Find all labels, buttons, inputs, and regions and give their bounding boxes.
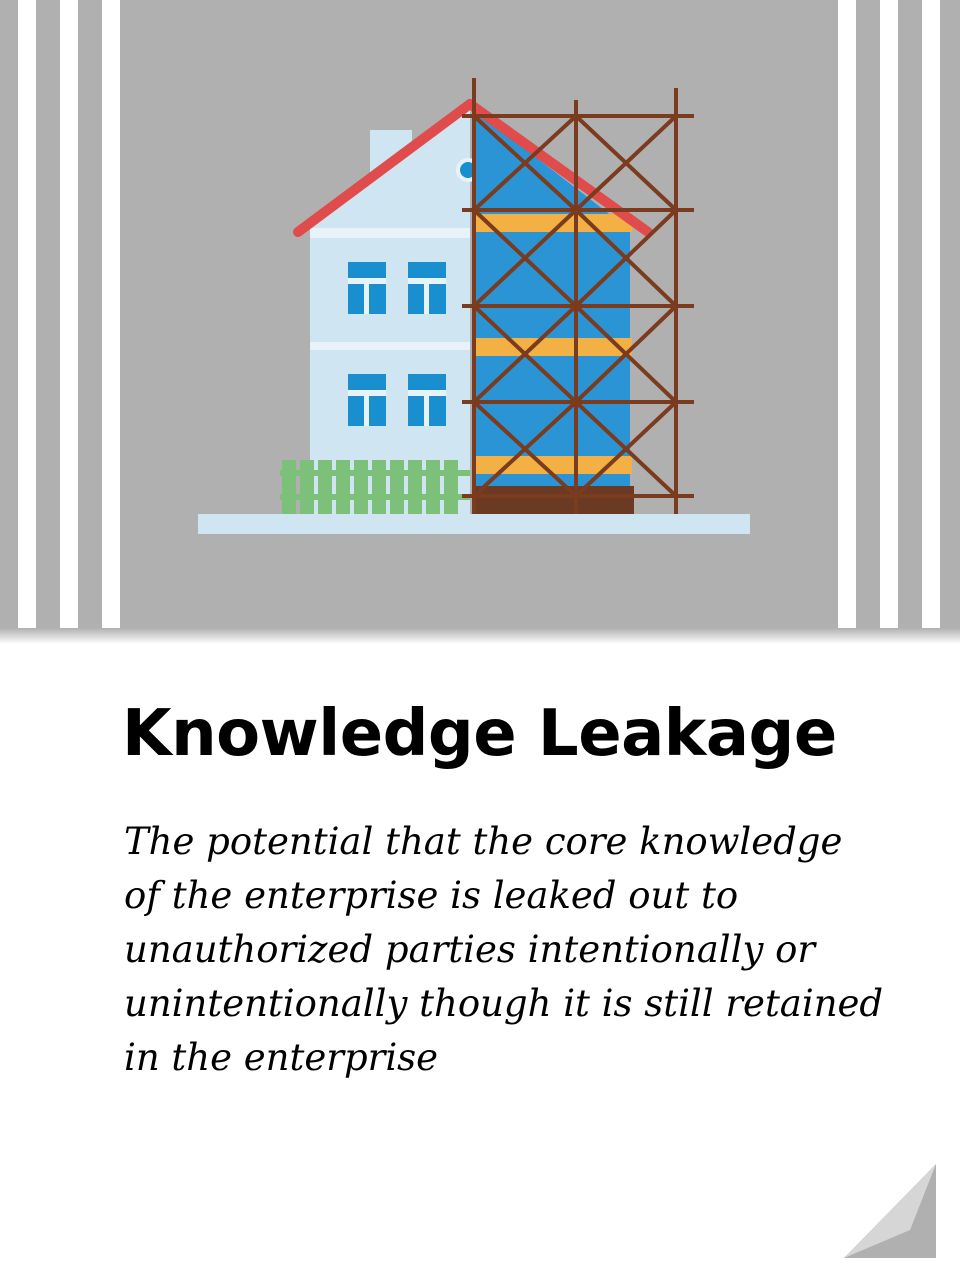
illustration-panel [0,0,960,640]
card-description: The potential that the core knowledge of… [124,820,884,1079]
stripe [18,0,36,640]
page-curl-icon [844,1164,936,1258]
stripe [102,0,120,640]
house-under-construction-icon [198,78,750,534]
card-title: Knowledge Leakage [122,697,837,771]
stripe [880,0,898,640]
stripe [838,0,856,640]
stripe [60,0,78,640]
stripe [922,0,940,640]
panel-fade [0,628,960,644]
